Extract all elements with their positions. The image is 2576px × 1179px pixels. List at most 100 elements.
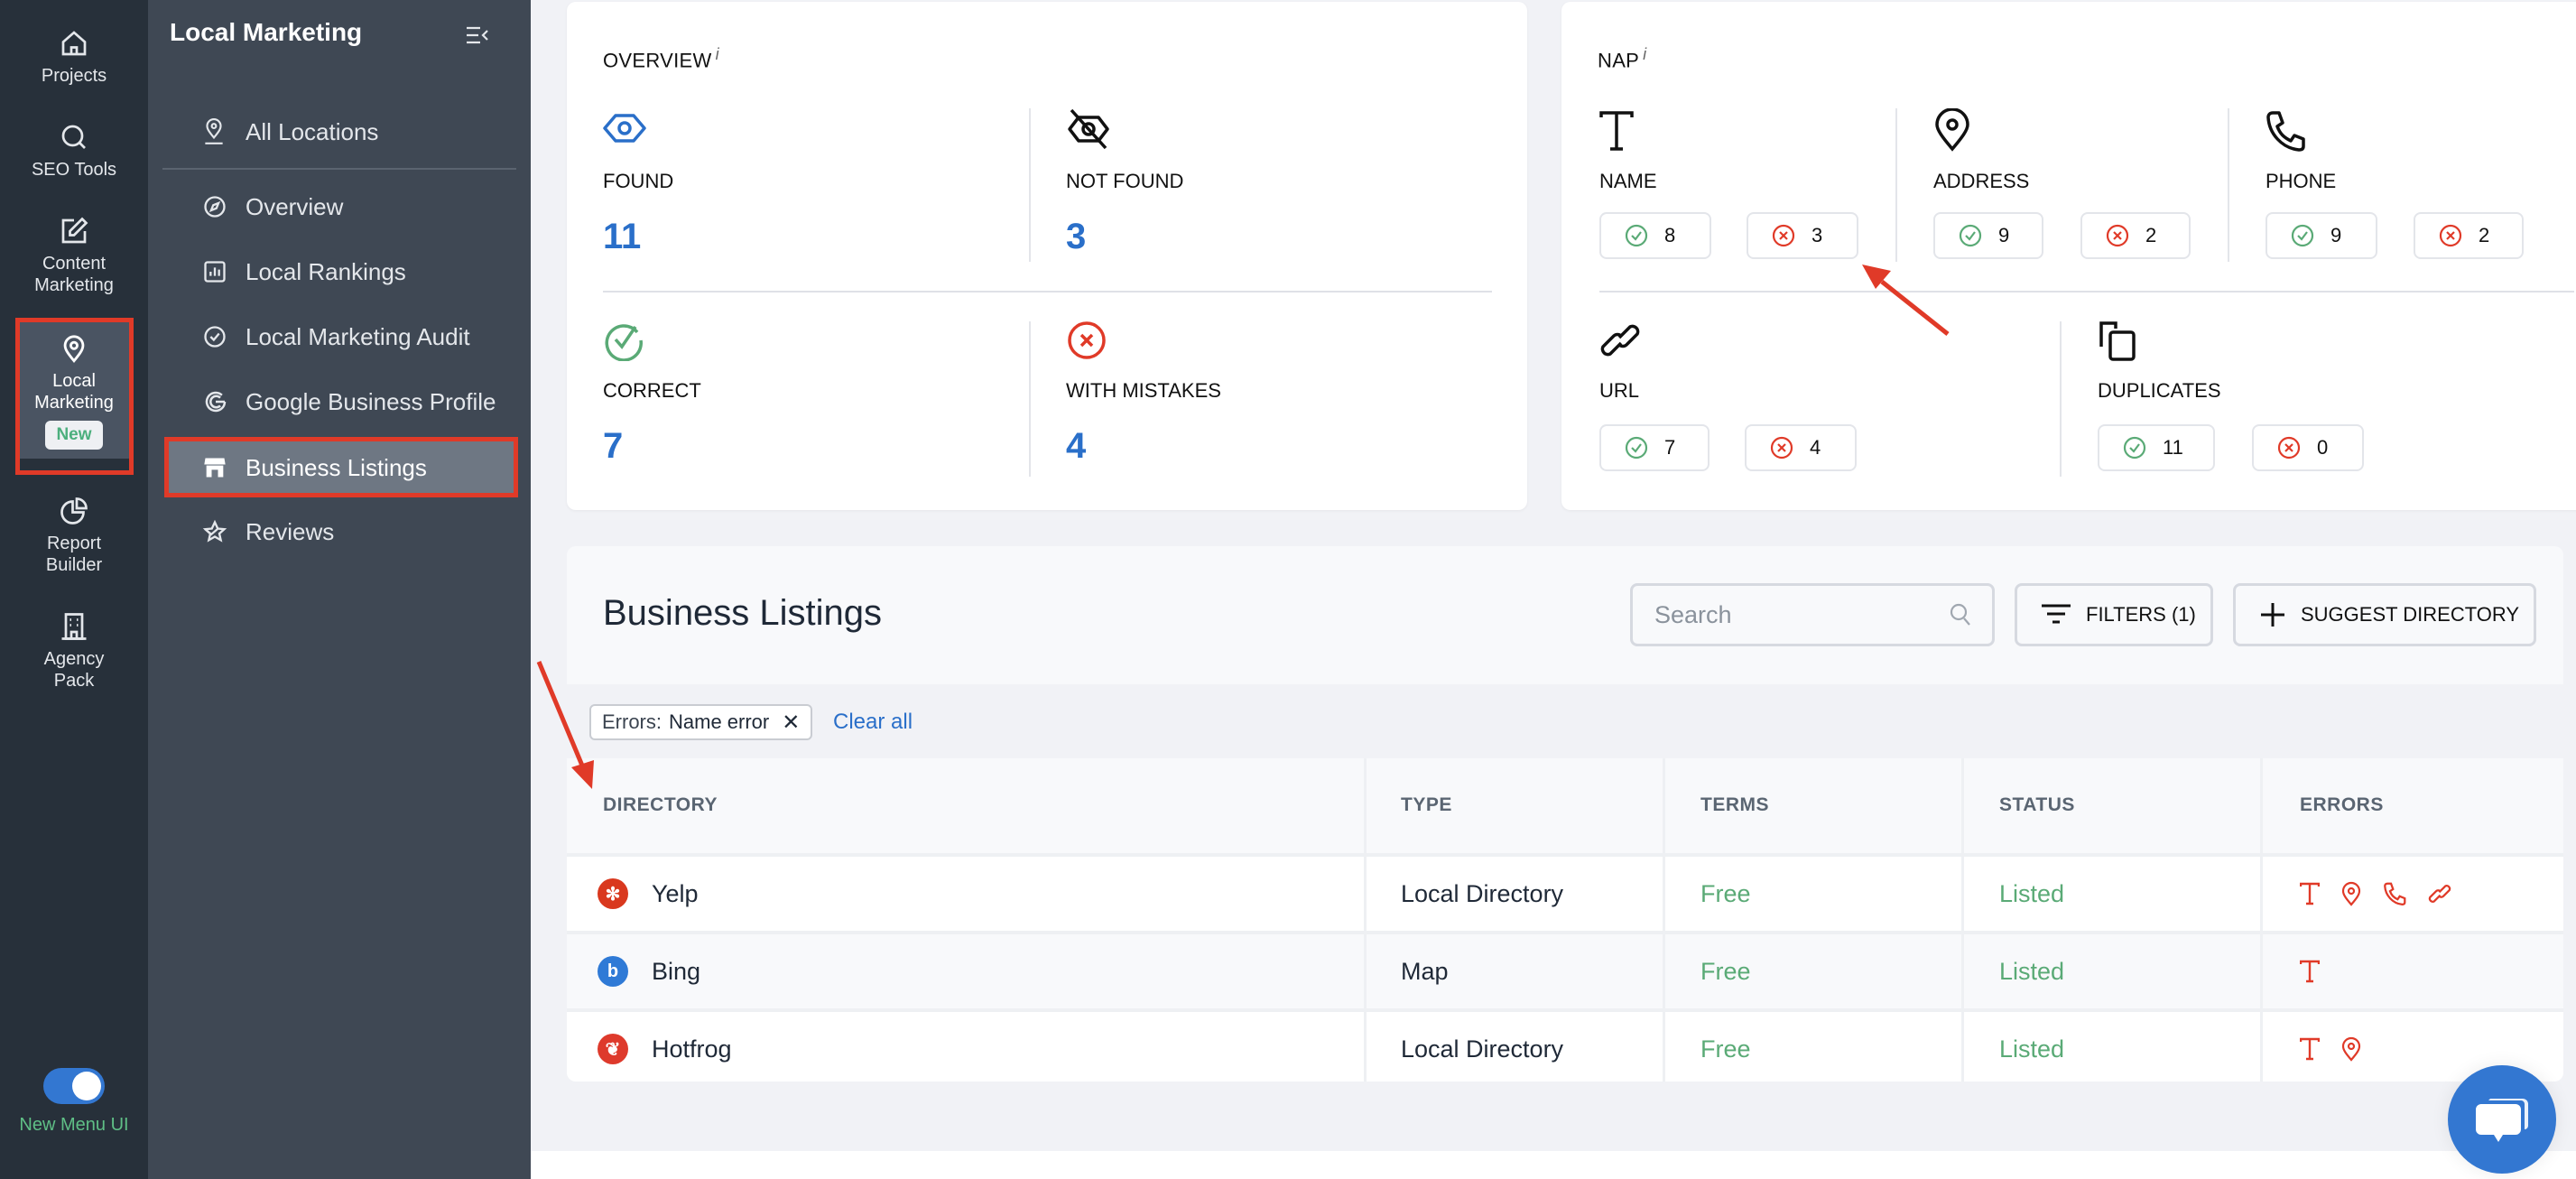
link-icon[interactable] xyxy=(2428,882,2451,905)
sidebar-item-label: All Locations xyxy=(246,117,379,145)
rail-item-seo-tools[interactable]: SEO Tools xyxy=(0,121,148,181)
text-icon[interactable] xyxy=(2300,882,2320,905)
type-cell: Local Directory xyxy=(1401,879,1564,907)
nap-duplicates-ok-pill[interactable]: 11 xyxy=(2098,424,2215,471)
yelp-logo-icon: ✻ xyxy=(598,878,628,909)
nap-group-name: NAME xyxy=(1599,110,1657,192)
phone-icon[interactable] xyxy=(2383,882,2406,905)
divider xyxy=(1029,108,1031,262)
link-icon xyxy=(1600,324,1640,357)
terms-cell: Free xyxy=(1700,957,1751,985)
divider xyxy=(1029,321,1031,477)
sidebar-item-local-marketing-audit[interactable]: Local Marketing Audit xyxy=(166,307,518,367)
column-divider xyxy=(2260,758,2263,1082)
column-header-errors[interactable]: ERRORS xyxy=(2300,794,2384,816)
stat-value: 11 xyxy=(603,217,642,256)
column-header-status[interactable]: STATUS xyxy=(1999,794,2075,816)
collapse-sidebar-button[interactable] xyxy=(466,25,489,50)
error-count: 2 xyxy=(2479,224,2490,246)
check-circle-icon xyxy=(1959,224,1982,247)
nap-label: DUPLICATES xyxy=(2098,379,2221,402)
rail-item-agency-pack[interactable]: Agency Pack xyxy=(0,610,148,692)
chat-button[interactable] xyxy=(2448,1065,2556,1174)
sidebar-item-all-locations[interactable]: All Locations xyxy=(166,102,518,162)
sidebar-item-overview[interactable]: Overview xyxy=(166,177,518,237)
edit-icon xyxy=(61,217,88,244)
errors-cell xyxy=(2300,1012,2361,1082)
sidebar-item-business-listings[interactable]: Business Listings xyxy=(166,439,518,497)
table-row[interactable]: ❦ Hotfrog Local Directory Free Listed xyxy=(567,1012,2563,1082)
sidebar-item-local-rankings[interactable]: Local Rankings xyxy=(166,242,518,302)
filter-chip-errors[interactable]: Errors: Name error ✕ xyxy=(589,704,813,740)
collapse-menu-icon xyxy=(467,26,488,44)
nap-name-error-pill[interactable]: 3 xyxy=(1747,212,1858,259)
search-input[interactable]: Search xyxy=(1630,583,1995,646)
suggest-label: SUGGEST DIRECTORY xyxy=(2301,603,2520,626)
map-pin-icon xyxy=(205,118,223,144)
nap-title: NAP i xyxy=(1598,45,1646,72)
search-icon xyxy=(1950,603,1970,626)
info-icon[interactable]: i xyxy=(1643,45,1646,63)
rail-item-local-marketing[interactable]: Local Marketing New xyxy=(16,321,132,459)
overview-title: OVERVIEW i xyxy=(603,45,719,72)
column-header-directory[interactable]: DIRECTORY xyxy=(603,794,718,816)
text-icon[interactable] xyxy=(2300,960,2320,983)
suggest-directory-button[interactable]: SUGGEST DIRECTORY xyxy=(2233,583,2536,646)
check-circle-icon xyxy=(1625,436,1648,460)
nap-name-ok-pill[interactable]: 8 xyxy=(1599,212,1711,259)
rail-item-projects[interactable]: Projects xyxy=(0,27,148,87)
x-circle-icon xyxy=(1770,436,1793,460)
check-circle-icon xyxy=(1625,224,1648,247)
new-badge: New xyxy=(45,421,103,450)
nap-address-ok-pill[interactable]: 9 xyxy=(1933,212,2043,259)
sidebar-item-google-business-profile[interactable]: Google Business Profile xyxy=(166,372,518,432)
ok-count: 11 xyxy=(2163,436,2183,459)
nap-url-error-pill[interactable]: 4 xyxy=(1745,424,1857,471)
stat-label: NOT FOUND xyxy=(1066,170,1184,192)
filters-button[interactable]: FILTERS (1) xyxy=(2015,583,2213,646)
divider xyxy=(1599,291,2574,292)
sidebar-item-reviews[interactable]: Reviews xyxy=(166,502,518,562)
nap-phone-error-pill[interactable]: 2 xyxy=(2414,212,2524,259)
clear-all-link[interactable]: Clear all xyxy=(833,710,913,735)
map-pin-icon[interactable] xyxy=(2341,1036,2361,1062)
table-row[interactable]: b Bing Map Free Listed xyxy=(567,934,2563,1008)
remove-filter-icon[interactable]: ✕ xyxy=(782,710,800,736)
x-circle-icon xyxy=(1068,321,1106,359)
info-icon[interactable]: i xyxy=(716,45,719,63)
map-pin-icon[interactable] xyxy=(2341,881,2361,906)
nap-address-error-pill[interactable]: 2 xyxy=(2080,212,2191,259)
nap-duplicates-error-pill[interactable]: 0 xyxy=(2252,424,2364,471)
table-row[interactable]: ✻ Yelp Local Directory Free Listed xyxy=(567,857,2563,931)
eye-off-icon xyxy=(1068,108,1109,150)
rail-item-label: SEO Tools xyxy=(31,160,117,180)
hotfrog-logo-icon: ❦ xyxy=(598,1034,628,1064)
column-header-type[interactable]: TYPE xyxy=(1401,794,1452,816)
rail-item-content-marketing[interactable]: Content Marketing xyxy=(0,215,148,296)
nap-phone-ok-pill[interactable]: 9 xyxy=(2266,212,2377,259)
section-sidebar: Local Marketing All Locations Overview L… xyxy=(148,0,531,1179)
directory-name[interactable]: Bing xyxy=(652,958,700,986)
column-divider xyxy=(1961,758,1964,1082)
new-menu-ui-toggle[interactable] xyxy=(43,1068,105,1104)
copy-icon xyxy=(2099,321,2136,361)
column-divider xyxy=(1663,758,1665,1082)
sidebar-item-label: Business Listings xyxy=(246,453,427,481)
text-icon[interactable] xyxy=(2300,1037,2320,1061)
column-header-terms[interactable]: TERMS xyxy=(1700,794,1769,816)
rail-item-label: Content Marketing xyxy=(34,254,114,295)
overview-title-text: OVERVIEW xyxy=(603,49,712,72)
rail-item-report-builder[interactable]: Report Builder xyxy=(0,495,148,576)
status-cell: Listed xyxy=(1999,957,2065,985)
directory-name[interactable]: Hotfrog xyxy=(652,1035,732,1063)
nap-title-text: NAP xyxy=(1598,49,1640,72)
directory-name[interactable]: Yelp xyxy=(652,880,699,908)
nap-group-address: ADDRESS xyxy=(1933,107,2029,192)
stat-correct: CORRECT 7 xyxy=(603,320,701,466)
listings-title: Business Listings xyxy=(603,593,883,633)
map-pin-icon xyxy=(63,335,85,363)
terms-cell: Free xyxy=(1700,1035,1751,1063)
column-divider xyxy=(1364,758,1367,1082)
nap-url-ok-pill[interactable]: 7 xyxy=(1599,424,1710,471)
check-circle-icon xyxy=(2123,436,2146,460)
